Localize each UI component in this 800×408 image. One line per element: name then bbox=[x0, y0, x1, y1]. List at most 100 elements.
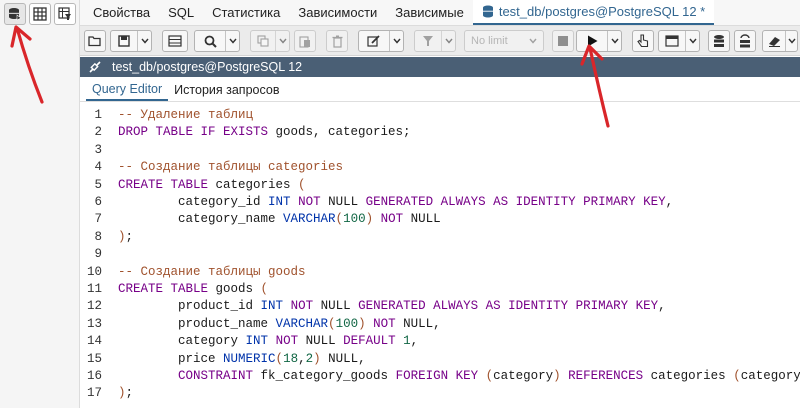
tab-query-tool-label: test_db/postgres@PostgreSQL 12 * bbox=[498, 4, 706, 19]
query-tool-icon bbox=[9, 8, 22, 21]
code-token: ) bbox=[553, 369, 561, 383]
view-data-button[interactable] bbox=[29, 3, 51, 25]
line-number: 8 bbox=[94, 229, 102, 244]
code-line[interactable]: -- Создание таблицы goods bbox=[118, 264, 306, 281]
line-number: 2 bbox=[94, 125, 102, 140]
filtered-rows-icon bbox=[58, 7, 71, 20]
code-token: GENERATED ALWAYS AS IDENTITY PRIMARY KEY bbox=[365, 195, 666, 209]
code-token: NOT bbox=[380, 212, 404, 227]
filtered-rows-button[interactable] bbox=[54, 3, 76, 25]
code-token: VARCHAR bbox=[283, 212, 336, 227]
code-token: NOT bbox=[275, 334, 299, 349]
row-limit-select[interactable]: No limit bbox=[464, 30, 544, 52]
code-line[interactable]: CREATE TABLE categories ( bbox=[118, 177, 306, 194]
code-line[interactable]: category_id INT NOT NULL GENERATED ALWAY… bbox=[118, 194, 673, 211]
line-number: 3 bbox=[94, 142, 102, 157]
tab-dependents[interactable]: Зависимые bbox=[386, 0, 473, 25]
line-number: 5 bbox=[94, 177, 102, 192]
code-token: categories bbox=[643, 369, 734, 383]
code-token: ; bbox=[125, 229, 134, 244]
code-line[interactable]: ); bbox=[118, 229, 133, 246]
code-token: categories bbox=[208, 177, 299, 192]
commit-button[interactable] bbox=[708, 30, 730, 52]
connection-label: test_db/postgres@PostgreSQL 12 bbox=[112, 60, 303, 74]
chevron-down-icon bbox=[444, 38, 453, 44]
code-line[interactable]: product_name VARCHAR(100) NOT NULL, bbox=[118, 316, 441, 333]
code-token: ) bbox=[313, 351, 321, 366]
code-token: , bbox=[298, 351, 306, 366]
query-tool-button[interactable] bbox=[4, 3, 26, 25]
code-line[interactable]: ); bbox=[118, 385, 133, 402]
code-line[interactable]: DROP TABLE IF EXISTS goods, categories; bbox=[118, 124, 411, 141]
stop-button[interactable] bbox=[552, 30, 574, 52]
tab-dependencies[interactable]: Зависимости bbox=[289, 0, 386, 25]
line-number-gutter: 1 2 3 4 5 6 7 8 9 10 11 12 13 14 15 16 17 bbox=[80, 103, 112, 408]
line-number: 9 bbox=[94, 247, 102, 262]
grid-panel-icon bbox=[168, 35, 182, 47]
tab-query-history[interactable]: История запросов bbox=[168, 78, 285, 101]
clear-button[interactable] bbox=[762, 30, 798, 52]
code-token: goods, categories; bbox=[268, 125, 411, 140]
code-token: fk_category_goods bbox=[253, 369, 396, 383]
code-token: NULL bbox=[320, 195, 366, 209]
line-number: 1 bbox=[94, 108, 102, 122]
code-line[interactable]: category INT NOT NULL DEFAULT 1, bbox=[118, 333, 418, 350]
explain-button[interactable] bbox=[632, 30, 654, 52]
code-line[interactable]: CONSTRAINT fk_category_goods FOREIGN KEY… bbox=[118, 368, 800, 385]
code-token: VARCHAR bbox=[275, 316, 329, 331]
code-line[interactable]: product_id INT NOT NULL GENERATED ALWAYS… bbox=[118, 298, 666, 315]
execute-button[interactable] bbox=[576, 30, 622, 52]
code-token: goods bbox=[208, 282, 261, 296]
code-line[interactable]: category_name VARCHAR(100) NOT NULL bbox=[118, 211, 441, 228]
tab-statistics[interactable]: Статистика bbox=[203, 0, 289, 25]
connection-bar[interactable]: test_db/postgres@PostgreSQL 12 bbox=[80, 57, 800, 77]
tab-query-tool[interactable]: test_db/postgres@PostgreSQL 12 * bbox=[472, 0, 715, 25]
code-token: ; bbox=[125, 386, 134, 401]
chevron-down-icon bbox=[529, 38, 537, 44]
tab-properties[interactable]: Свойства bbox=[84, 0, 159, 25]
folder-open-icon bbox=[88, 36, 101, 47]
code-token: INT bbox=[268, 195, 291, 209]
connection-status-icon bbox=[89, 61, 101, 73]
save-file-button[interactable] bbox=[110, 30, 152, 52]
code-token: category bbox=[493, 369, 554, 383]
rollback-button[interactable] bbox=[734, 30, 756, 52]
find-button[interactable] bbox=[194, 30, 240, 52]
view-data-icon bbox=[33, 7, 47, 21]
paste-button[interactable] bbox=[294, 30, 316, 52]
line-number: 14 bbox=[86, 334, 102, 349]
code-token: REFERENCES bbox=[568, 369, 644, 383]
code-line[interactable]: CREATE TABLE goods ( bbox=[118, 281, 268, 298]
code-token: GENERATED ALWAYS AS IDENTITY PRIMARY KEY bbox=[358, 299, 659, 314]
tab-sql[interactable]: SQL bbox=[159, 0, 203, 25]
edit-button[interactable] bbox=[358, 30, 404, 52]
code-token: 100 bbox=[343, 212, 366, 227]
code-token: NULL bbox=[298, 334, 344, 349]
chevron-down-icon bbox=[228, 38, 237, 44]
code-line[interactable]: price NUMERIC(18,2) NULL, bbox=[118, 351, 366, 368]
code-line[interactable]: -- Удаление таблиц bbox=[118, 107, 253, 124]
filter-button[interactable] bbox=[414, 30, 456, 52]
open-file-button[interactable] bbox=[84, 30, 106, 52]
find-replace-panel-button[interactable] bbox=[162, 30, 188, 52]
code-token: NULL bbox=[313, 299, 359, 314]
explain-analyze-button[interactable] bbox=[658, 30, 700, 52]
editor-subtabs: Query Editor История запросов bbox=[80, 78, 800, 102]
code-token: DROP TABLE IF EXISTS bbox=[118, 125, 269, 140]
delete-button[interactable] bbox=[326, 30, 348, 52]
line-number: 10 bbox=[86, 264, 102, 279]
code-token: NOT bbox=[373, 316, 396, 331]
tab-query-editor[interactable]: Query Editor bbox=[86, 78, 169, 101]
code-token: 100 bbox=[335, 316, 359, 331]
chevron-down-icon bbox=[610, 38, 619, 44]
copy-button[interactable] bbox=[250, 30, 290, 52]
code-token: FOREIGN KEY bbox=[395, 369, 479, 383]
code-line[interactable]: -- Создание таблицы categories bbox=[118, 159, 343, 176]
sql-editor[interactable]: 1 2 3 4 5 6 7 8 9 10 11 12 13 14 15 16 17 -- Удаление та… bbox=[80, 103, 800, 408]
code-token: CREATE TABLE bbox=[118, 282, 209, 296]
